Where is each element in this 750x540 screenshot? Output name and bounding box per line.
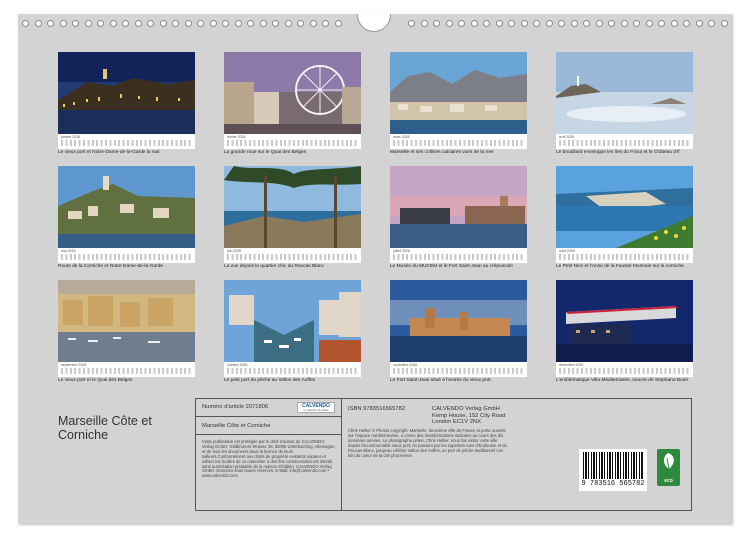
- month-card-6: juin 2026 La vue depuis le quartier chic…: [224, 166, 361, 284]
- photo-2: [224, 52, 361, 134]
- month-card-1: janvier 2026 Le vieux port et Notre-Dame…: [58, 52, 195, 170]
- month-label: octobre 2026: [227, 363, 248, 367]
- barcode: 9 783516 565782: [579, 449, 647, 491]
- photo-9: [58, 280, 195, 362]
- month-card-3: mars 2026 Marseille et ses collines calc…: [390, 52, 527, 170]
- eco-label: eco: [664, 478, 673, 484]
- calendar-strip: décembre 2026: [556, 362, 693, 377]
- photo-caption: Le petit port de pêche au Vallon des Auf…: [224, 378, 316, 383]
- photo-caption: Marseille et ses collines calcaires vues…: [390, 150, 494, 155]
- copyright-notice: Cette publication est protégée par le dr…: [202, 439, 336, 479]
- barcode-number: 9 783516 565782: [581, 480, 645, 488]
- photo-caption: Le brouillard enveloppe les îles du Frio…: [556, 150, 680, 155]
- calvendo-logo: CALVENDO Le calendrier de qualité: [297, 402, 335, 413]
- month-label: novembre 2026: [393, 363, 418, 367]
- photo-1: [58, 52, 195, 134]
- photo-3: [390, 52, 527, 134]
- month-card-7: juillet 2026 Le Musée du MUCEM et le For…: [390, 166, 527, 284]
- month-label: septembre 2026: [61, 363, 87, 367]
- photo-5: [58, 166, 195, 248]
- month-label: décembre 2026: [559, 363, 584, 367]
- month-card-11: novembre 2026 Le Fort Saint-Jean situé à…: [390, 280, 527, 398]
- photo-caption: Le Fort Saint-Jean situé à l'entrée du v…: [390, 378, 491, 383]
- publisher-city: London EC1V 2NX: [432, 419, 481, 425]
- calendar-strip: janvier 2026: [58, 134, 195, 149]
- month-label: février 2026: [227, 135, 246, 139]
- calendar-strip: février 2026: [224, 134, 361, 149]
- month-card-2: février 2026 La grande roue sur le Quai …: [224, 52, 361, 170]
- month-label: juillet 2026: [393, 249, 410, 253]
- photo-caption: Le vieux port et Notre-Dame-de-la-Garde …: [58, 150, 160, 155]
- photo-7: [390, 166, 527, 248]
- month-card-4: avril 2026 Le brouillard enveloppe les î…: [556, 52, 693, 170]
- month-card-5: mai 2026 Route de la Corniche et Notre-D…: [58, 166, 195, 284]
- logo-subtitle: Le calendrier de qualité: [303, 409, 329, 412]
- calendar-strip: août 2026: [556, 248, 693, 263]
- month-label: août 2026: [559, 249, 575, 253]
- photo-caption: Le vieux port et le Quai des Belges: [58, 378, 133, 383]
- calendar-strip: juin 2026: [224, 248, 361, 263]
- photographer-description: Chris Hellier © Photos copyright. Marsei…: [348, 428, 507, 458]
- isbn: ISBN 9783516565782: [348, 406, 406, 412]
- calendar-strip: juillet 2026: [390, 248, 527, 263]
- calendar-strip: mai 2026: [58, 248, 195, 263]
- month-label: juin 2026: [227, 249, 242, 253]
- calendar-strip: mars 2026: [390, 134, 527, 149]
- article-number: Numéro d'article 2071806: [202, 404, 269, 410]
- month-card-10: octobre 2026 Le petit port de pêche au V…: [224, 280, 361, 398]
- month-label: mars 2026: [393, 135, 410, 139]
- month-label: mai 2026: [61, 249, 76, 253]
- photo-caption: La vue depuis le quartier chic du Roucas…: [224, 264, 324, 269]
- month-label: janvier 2026: [61, 135, 81, 139]
- month-card-12: décembre 2026 L'emblématique Villa Médit…: [556, 280, 693, 398]
- photo-caption: Route de la Corniche et Notre-Dame-de-la…: [58, 264, 164, 269]
- month-card-8: août 2026 Le Petit Nice et l'Anse de la …: [556, 166, 693, 284]
- product-title: Marseille Côte et Corniche: [202, 423, 271, 429]
- photo-12: [556, 280, 693, 362]
- photo-10: [224, 280, 361, 362]
- photo-caption: La grande roue sur le Quai des Belges: [224, 150, 307, 155]
- calendar-strip: novembre 2026: [390, 362, 527, 377]
- photo-caption: Le Musée du MUCEM et le Fort Saint-Jean …: [390, 264, 513, 269]
- product-info-box: Numéro d'article 2071806 CALVENDO Le cale…: [195, 398, 692, 511]
- calendar-title: Marseille Côte et Corniche: [58, 414, 152, 442]
- photo-8: [556, 166, 693, 248]
- photo-caption: L'emblématique Villa Méditerranée, oeuvr…: [556, 378, 689, 383]
- eco-leaf-icon: eco: [657, 449, 680, 486]
- photo-11: [390, 280, 527, 362]
- calendar-strip: septembre 2026: [58, 362, 195, 377]
- calendar-sheet: janvier 2026 Le vieux port et Notre-Dame…: [18, 14, 732, 524]
- month-card-9: septembre 2026 Le vieux port et le Quai …: [58, 280, 195, 398]
- calendar-strip: octobre 2026: [224, 362, 361, 377]
- month-label: avril 2026: [559, 135, 575, 139]
- photo-4: [556, 52, 693, 134]
- calendar-strip: avril 2026: [556, 134, 693, 149]
- photo-caption: Le Petit Nice et l'Anse de la Fausse Mon…: [556, 264, 684, 269]
- photo-6: [224, 166, 361, 248]
